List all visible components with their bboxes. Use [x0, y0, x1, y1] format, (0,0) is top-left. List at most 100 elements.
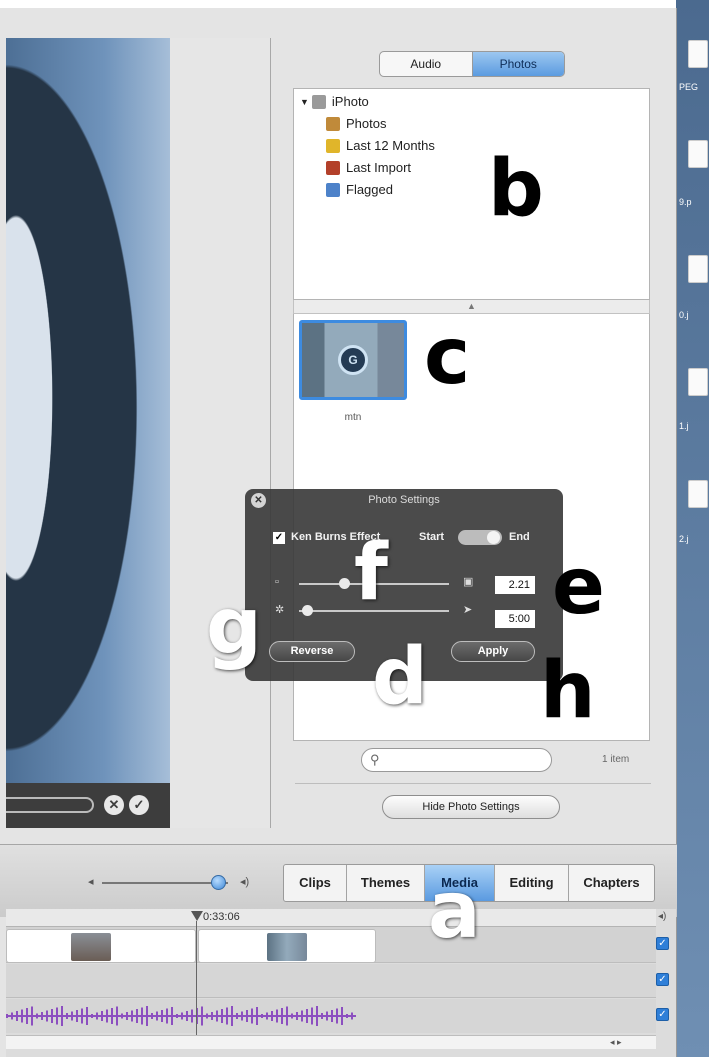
desktop-file-label: 1.j	[679, 421, 689, 431]
audio-waveform[interactable]	[6, 999, 356, 1033]
desktop-file-icon[interactable]	[688, 255, 708, 283]
tab-chapters[interactable]: Chapters	[568, 865, 654, 901]
pane-splitter[interactable]: ▲	[293, 300, 650, 314]
waveform-bar	[96, 1012, 98, 1020]
waveform-bar	[216, 1010, 218, 1022]
source-item-iphoto[interactable]: ▼ iPhoto	[300, 94, 369, 109]
waveform-bar	[261, 1014, 263, 1018]
source-item-label: iPhoto	[331, 94, 369, 109]
waveform-bar	[311, 1007, 313, 1025]
photo-clip[interactable]	[198, 929, 376, 963]
cancel-button[interactable]: ✕	[104, 795, 124, 815]
desktop-file-icon[interactable]	[688, 368, 708, 396]
waveform-bar	[336, 1008, 338, 1024]
media-type-segmented-control: Audio Photos	[379, 51, 565, 77]
waveform-bar	[221, 1009, 223, 1023]
viewer-control-bar: ✕ ✓	[6, 783, 170, 828]
tab-clips[interactable]: Clips	[284, 865, 346, 901]
apply-button[interactable]: Apply	[451, 641, 535, 662]
waveform-bar	[136, 1009, 138, 1023]
annotation-letter-b: b	[488, 144, 544, 234]
waveform-bar	[146, 1006, 148, 1026]
photo-thumbnail[interactable]: G	[299, 320, 407, 400]
done-button[interactable]: ✓	[129, 795, 149, 815]
waveform-bar	[36, 1013, 38, 1019]
waveform-bar	[66, 1013, 68, 1019]
source-item-label: Last Import	[346, 160, 412, 175]
photos-icon	[326, 116, 340, 131]
waveform-bar	[76, 1010, 78, 1022]
waveform-bar	[326, 1011, 328, 1021]
annotation-letter-h: h	[540, 646, 596, 736]
waveform-bar	[226, 1007, 228, 1025]
photo-search-field[interactable]: ⚲	[361, 748, 552, 772]
waveform-bar	[126, 1012, 128, 1020]
volume-slider-knob[interactable]	[210, 875, 226, 890]
track-enable-checkbox[interactable]: ✓	[656, 937, 669, 950]
audio-segment[interactable]: Audio	[380, 52, 472, 76]
source-item-last-12-months[interactable]: Last 12 Months	[326, 138, 435, 153]
timeline: 0:33:06 ◂ ▸ ◂) ✓ ✓ ✓	[6, 909, 676, 1057]
desktop-file-icon[interactable]	[688, 40, 708, 68]
waveform-bar	[61, 1006, 63, 1026]
waveform-bar	[351, 1012, 353, 1020]
viewer-frame-image	[6, 38, 170, 783]
zoom-value-field[interactable]: 2.21	[495, 576, 535, 594]
track-volume-icon: ◂)	[658, 911, 667, 922]
waveform-bar	[71, 1011, 73, 1021]
volume-low-icon: ◂	[88, 876, 94, 888]
source-item-flagged[interactable]: Flagged	[326, 182, 393, 197]
waveform-bar	[296, 1012, 298, 1020]
waveform-bar	[106, 1009, 108, 1023]
volume-slider[interactable]	[102, 882, 228, 884]
waveform-bar	[46, 1010, 48, 1022]
desktop-file-icon[interactable]	[688, 140, 708, 168]
annotation-letter-a: a	[428, 866, 481, 956]
video-clip[interactable]	[6, 929, 196, 963]
waveform-bar	[341, 1007, 343, 1025]
zoom-in-icon: ▣	[463, 576, 474, 588]
waveform-bar	[266, 1012, 268, 1020]
desktop-file-label: 2.j	[679, 534, 689, 544]
tab-themes[interactable]: Themes	[346, 865, 424, 901]
source-item-last-import[interactable]: Last Import	[326, 160, 411, 175]
source-item-label: Last 12 Months	[346, 138, 435, 153]
playhead-marker[interactable]	[191, 911, 203, 921]
waveform-bar	[276, 1009, 278, 1023]
annotation-letter-d: d	[372, 632, 428, 722]
start-end-toggle[interactable]	[458, 530, 502, 545]
disclosure-triangle-icon[interactable]: ▼	[300, 97, 309, 107]
tab-editing[interactable]: Editing	[494, 865, 568, 901]
timeline-scrollbar[interactable]: ◂ ▸	[6, 1035, 656, 1049]
photos-segment[interactable]: Photos	[471, 52, 564, 76]
waveform-bar	[306, 1009, 308, 1023]
annotation-letter-e: e	[552, 542, 605, 632]
source-item-photos[interactable]: Photos	[326, 116, 386, 131]
title-track	[6, 964, 656, 998]
waveform-bar	[186, 1011, 188, 1021]
ken-burns-checkbox[interactable]: ✓	[273, 532, 285, 544]
track-enable-checkbox[interactable]: ✓	[656, 1008, 669, 1021]
hide-photo-settings-button[interactable]: Hide Photo Settings	[382, 795, 560, 819]
source-item-label: Photos	[346, 116, 387, 131]
desktop-file-icon[interactable]	[688, 480, 708, 508]
waveform-bar	[251, 1008, 253, 1024]
duration-slider-knob[interactable]	[301, 605, 313, 616]
start-label[interactable]: Start	[419, 531, 444, 543]
desktop-file-label: 0.j	[679, 310, 689, 320]
end-label[interactable]: End	[509, 531, 530, 543]
fast-speed-icon: ➤	[463, 604, 473, 616]
item-count-label: 1 item	[602, 754, 630, 765]
thumbnail-caption: mtn	[344, 412, 362, 423]
zoom-slider-knob[interactable]	[339, 578, 350, 589]
reverse-button[interactable]: Reverse	[269, 641, 355, 662]
scroll-arrows-icon[interactable]: ◂ ▸	[610, 1037, 622, 1048]
desktop-file-label: 9.p	[679, 197, 692, 207]
viewer-progress-track[interactable]	[6, 797, 94, 813]
waveform-bar	[236, 1013, 238, 1019]
timeline-ruler[interactable]	[6, 909, 656, 927]
track-enable-checkbox[interactable]: ✓	[656, 973, 669, 986]
waveform-bar	[166, 1008, 168, 1024]
waveform-bar	[176, 1014, 178, 1018]
duration-value-field[interactable]: 5:00	[495, 610, 535, 628]
